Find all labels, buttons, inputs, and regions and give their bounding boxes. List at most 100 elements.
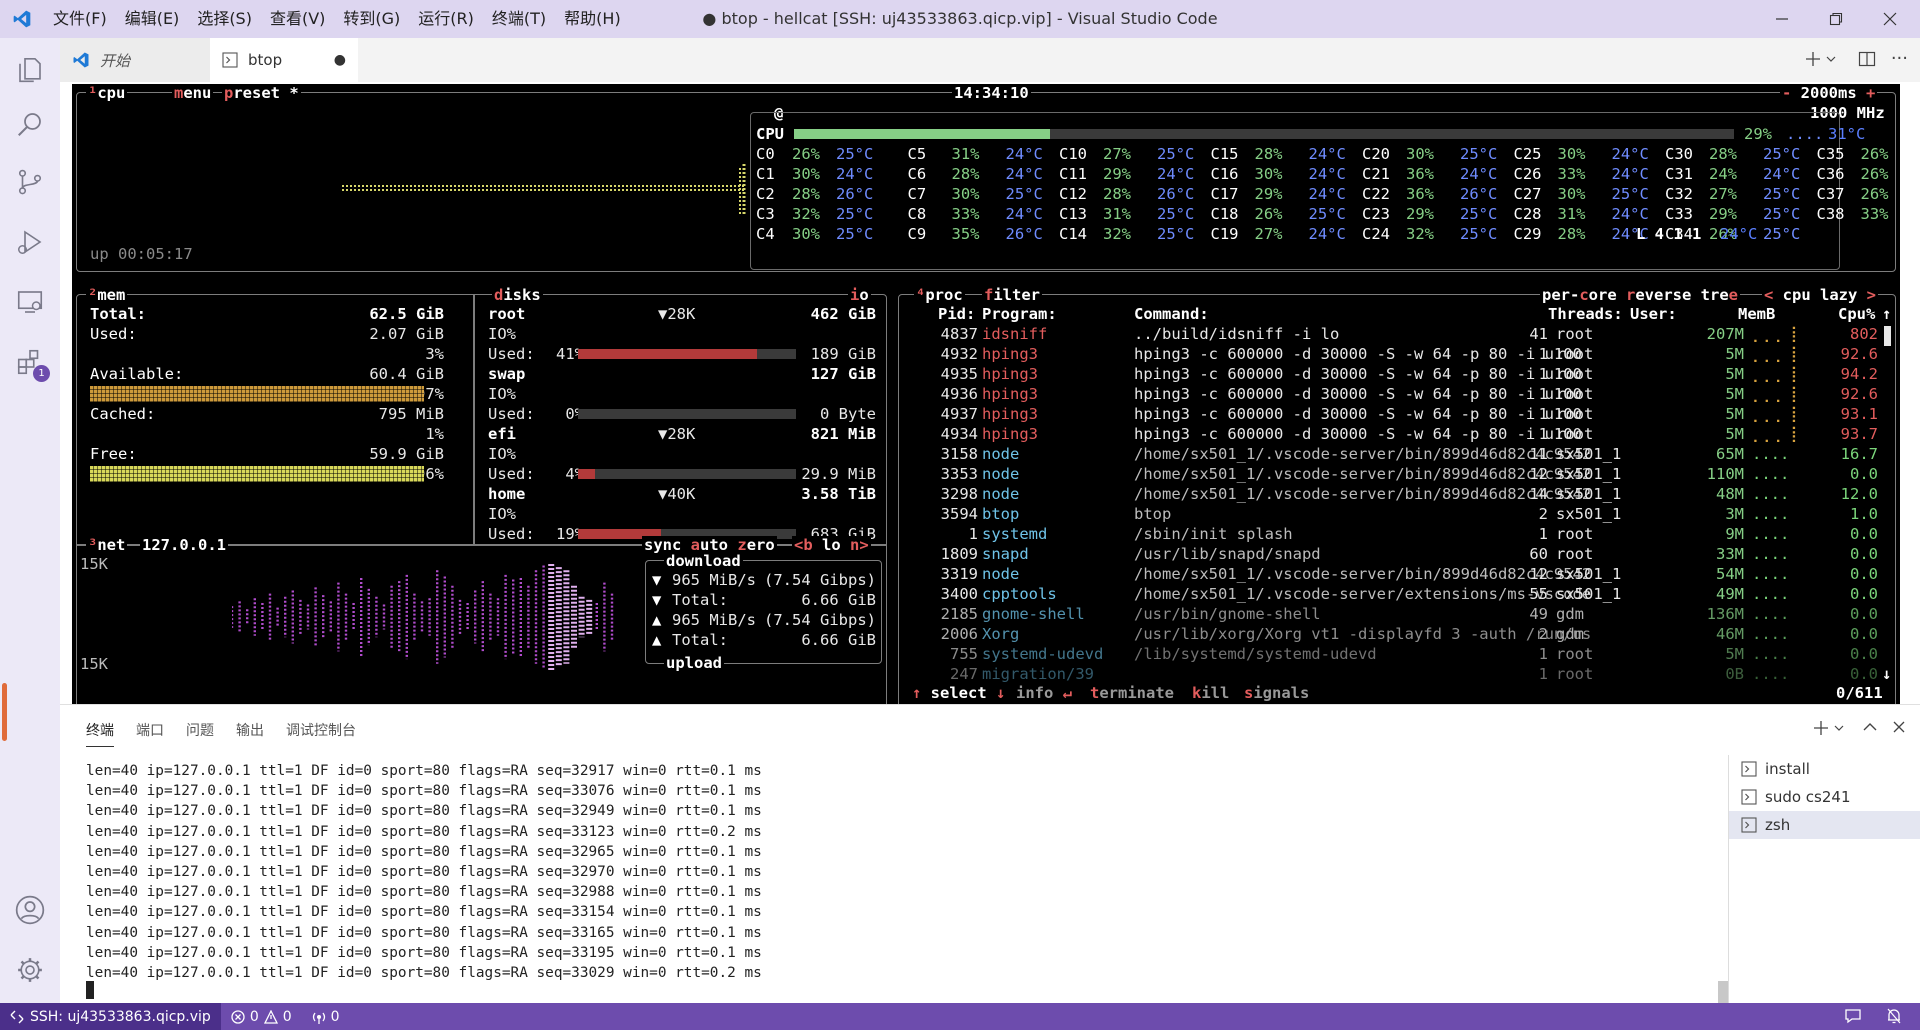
search-icon[interactable] [12,106,48,142]
menu-item[interactable]: 终端(T) [483,0,555,38]
process-row[interactable]: 3594 btop btop 2 sx501_1 3M.... 1.0 [902,504,1892,524]
extensions-icon[interactable]: 1 [12,344,50,382]
net-interface-nav[interactable]: <b lo n> [792,536,871,554]
proc-info[interactable]: info ↵ [1014,684,1075,702]
process-row[interactable]: 4936 hping3 hping3 -c 600000 -d 30000 -S -… [902,384,1892,404]
minimize-button[interactable] [1752,0,1812,38]
disks-box-title[interactable]: disks [492,286,543,304]
process-user: sx501_1 [1556,565,1622,583]
io-toggle[interactable]: io [848,286,871,304]
process-row[interactable]: 1809 snapd/usr/lib/snapd/snapd 60 root 33M..… [902,544,1892,564]
proc-kill[interactable]: kill [1190,684,1232,702]
proc-sort[interactable]: < cpu lazy > [1762,286,1878,304]
menu-item[interactable]: 查看(V) [261,0,334,38]
col-pid[interactable]: Pid: [938,304,975,324]
source-control-icon[interactable] [12,164,48,200]
panel-tab[interactable]: 终端 [86,714,114,747]
menu-button[interactable]: menu [172,84,214,102]
split-editor-button[interactable] [1858,50,1876,72]
process-name: idsniff [982,325,1048,343]
process-cpu: 0.0 [1850,665,1878,683]
menu-item[interactable]: 运行(R) [409,0,483,38]
settings-gear-icon[interactable] [12,952,48,988]
close-window-button[interactable] [1860,0,1920,38]
core-name: C16 [1210,165,1239,183]
process-row[interactable]: 2185 gnome-shell/usr/bin/gnome-shell 49 gdm… [902,604,1892,624]
col-program[interactable]: Program: [982,304,1057,324]
restore-button[interactable] [1806,0,1866,38]
proc-options[interactable]: per-core reverse tree [1540,286,1741,304]
btop-terminal[interactable]: ¹cpu menu preset * 14:34:10 - 2000ms + 1… [72,84,1900,704]
process-cpu-graph: .... [1752,505,1790,523]
menu-item[interactable]: 编辑(E) [116,0,189,38]
process-user: sx501_1 [1556,585,1622,603]
terminal-output[interactable]: len=40 ip=127.0.0.1 ttl=1 DF id=0 sport=… [86,761,1686,983]
unsaved-dot-icon[interactable]: ● [334,52,346,68]
close-icon [1893,721,1905,733]
sidebar-resize-handle[interactable] [2,683,7,741]
feedback-icon[interactable] [1844,1008,1862,1028]
notifications-bell-icon[interactable] [1886,1007,1902,1029]
terminal-list-item[interactable]: sudo cs241 [1729,783,1920,811]
panel-tab[interactable]: 调试控制台 [286,714,356,746]
process-row[interactable]: 3319 node/home/sx501_1/.vscode-server/bin… [902,564,1892,584]
process-row[interactable]: 3400 cpptools/home/sx501_1/.vscode-server… [902,584,1892,604]
col-mem[interactable]: MemB [1738,304,1775,324]
maximize-panel-button[interactable] [1862,719,1878,739]
menu-item[interactable]: 文件(F) [44,0,116,38]
preset-button[interactable]: preset * [222,84,301,102]
proc-filter[interactable]: filter [982,286,1043,304]
process-threads: 1 [1538,385,1548,403]
proc-scrollbar[interactable] [1884,326,1891,346]
account-icon[interactable] [12,892,48,928]
remote-indicator[interactable]: SSH: uj43533863.qicp.vip [0,1003,221,1030]
problems-indicator[interactable]: 0 0 [221,1009,302,1025]
proc-terminate[interactable]: terminate [1088,684,1176,702]
process-pid: 3400 [940,585,978,603]
explorer-icon[interactable] [12,52,48,88]
process-row[interactable]: 3298 node/home/sx501_1/.vscode-server/bin… [902,484,1892,504]
scroll-down-icon[interactable]: ↓ [1882,664,1891,684]
process-row[interactable]: 247 migration/39 1 root 0B.... 0.0 [902,664,1892,684]
process-row[interactable]: 4934 hping3 hping3 -c 600000 -d 30000 -S -… [902,424,1892,444]
process-row[interactable]: 3353 node/home/sx501_1/.vscode-server/bin… [902,464,1892,484]
terminal-scrollbar[interactable] [1718,981,1728,1004]
proc-select[interactable]: ↑ select ↓ [910,684,1008,702]
update-interval[interactable]: - 2000ms + [1780,84,1878,102]
ports-indicator[interactable]: 0 [302,1009,350,1025]
proc-box-title[interactable]: ⁴proc [914,286,965,304]
new-terminal-button[interactable] [1804,50,1836,68]
col-threads[interactable]: Threads: [1548,304,1623,324]
menu-item[interactable]: 选择(S) [188,0,261,38]
remote-explorer-icon[interactable] [12,284,48,320]
col-cpu[interactable]: Cpu% [1838,304,1875,324]
terminal-list-item[interactable]: install [1729,755,1920,783]
process-row[interactable]: 755 systemd-udevd/lib/systemd/systemd-ude… [902,644,1892,664]
col-command[interactable]: Command: [1134,304,1209,324]
mem-box-title[interactable]: ²mem [86,286,128,304]
menu-item[interactable]: 帮助(H) [555,0,630,38]
process-row[interactable]: 2006 Xorg/usr/lib/xorg/Xorg vt1 -displayf… [902,624,1892,644]
proc-signals[interactable]: signals [1242,684,1312,702]
menu-item[interactable]: 转到(G) [334,0,409,38]
col-user[interactable]: User: [1630,304,1677,324]
process-row[interactable]: 4935 hping3 hping3 -c 600000 -d 30000 -S -… [902,364,1892,384]
process-row[interactable]: 4932 hping3 hping3 -c 600000 -d 30000 -S -… [902,344,1892,364]
process-row[interactable]: 4837 idsniff ../build/idsniff -i lo 41 root 2… [902,324,1892,344]
panel-tab[interactable]: 问题 [186,714,214,746]
tab-btop[interactable]: btop ● [210,38,358,82]
tab-welcome[interactable]: 开始 [60,38,210,82]
terminal-list-item[interactable]: zsh [1729,811,1920,839]
close-panel-button[interactable] [1892,719,1906,738]
run-debug-icon[interactable] [12,224,48,260]
panel-tab[interactable]: 端口 [136,714,164,746]
process-row[interactable]: 4937 hping3 hping3 -c 600000 -d 30000 -S -… [902,404,1892,424]
more-actions-icon[interactable]: ··· [1891,48,1908,69]
cpu-box-title[interactable]: ¹cpu [86,84,128,102]
panel-tab[interactable]: 输出 [236,714,264,746]
panel-new-terminal-button[interactable] [1812,719,1844,737]
net-box-title[interactable]: ³net [86,536,128,554]
terminal-line: len=40 ip=127.0.0.1 ttl=1 DF id=0 sport=… [86,884,762,901]
process-row[interactable]: 1 systemd/sbin/init splash 1 root 9M.... 0.0 [902,524,1892,544]
process-row[interactable]: 3158 node/home/sx501_1/.vscode-server/bin… [902,444,1892,464]
